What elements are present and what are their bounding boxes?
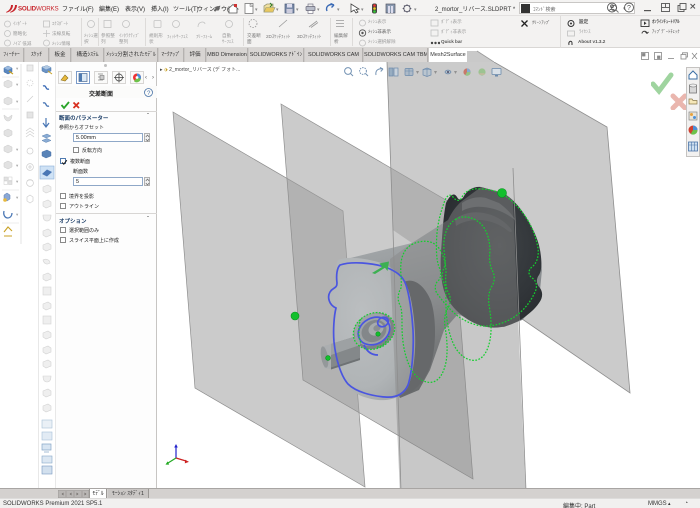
svg-text:▾: ▾: [317, 7, 320, 13]
svg-text:▾: ▾: [16, 147, 19, 152]
svg-text:▾: ▾: [16, 66, 19, 71]
svg-text:WORKS: WORKS: [36, 6, 58, 13]
svg-text:▾: ▾: [16, 179, 19, 184]
svg-text:SOLID: SOLID: [18, 6, 37, 13]
svg-text:▾: ▾: [255, 7, 258, 13]
svg-text:▾: ▾: [16, 212, 19, 217]
svg-text:▾: ▾: [16, 99, 19, 104]
svg-text:▾: ▾: [454, 70, 457, 76]
svg-text:▾: ▾: [414, 7, 417, 13]
svg-text:▾: ▾: [416, 70, 419, 76]
svg-text:▾: ▾: [296, 7, 299, 13]
svg-text:▾: ▾: [337, 7, 340, 13]
svg-text:▾: ▾: [434, 70, 437, 76]
svg-text:▾: ▾: [361, 7, 364, 13]
svg-text:▾: ▾: [276, 7, 279, 13]
svg-text:▾: ▾: [16, 163, 19, 168]
svg-text:▾: ▾: [16, 195, 19, 200]
svg-text:?: ?: [627, 5, 631, 12]
svg-text:▾: ▾: [16, 82, 19, 87]
